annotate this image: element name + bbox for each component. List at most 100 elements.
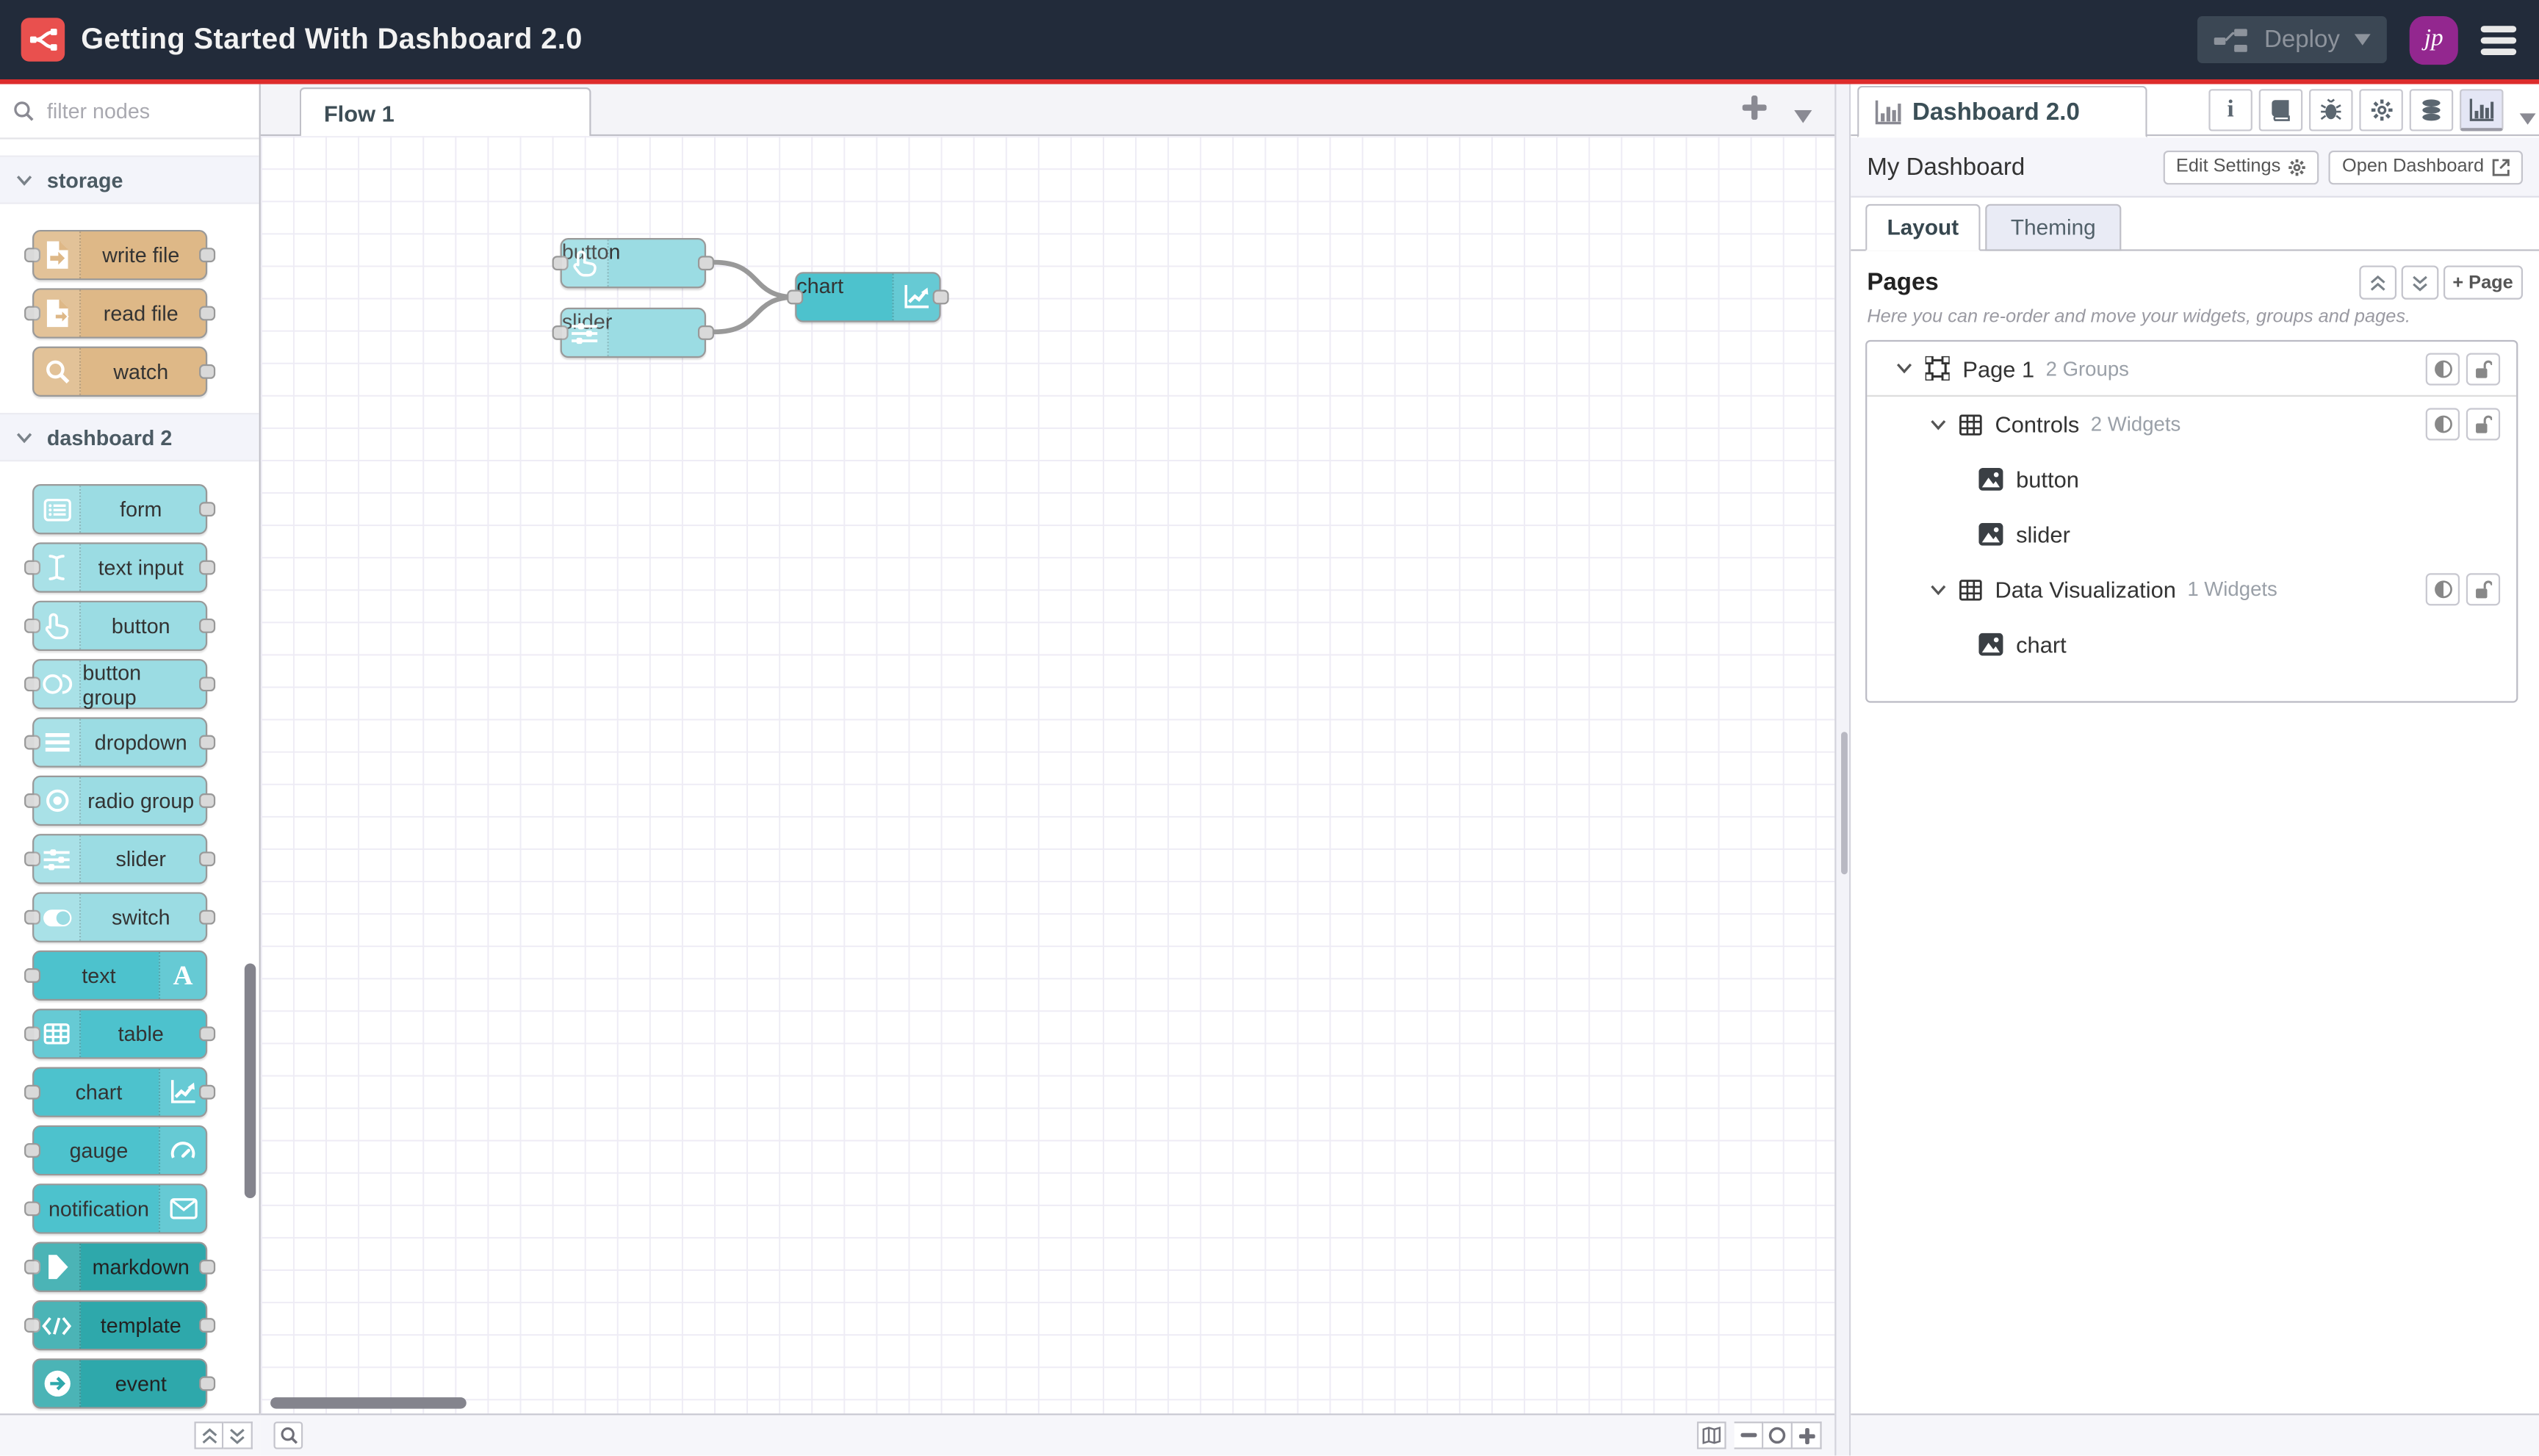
output-port[interactable] bbox=[199, 559, 216, 574]
tab-theming[interactable]: Theming bbox=[1985, 203, 2122, 251]
palette-node-text[interactable]: A text bbox=[24, 950, 208, 1001]
canvas-search-button[interactable] bbox=[273, 1421, 303, 1449]
visibility-toggle-button[interactable] bbox=[2425, 353, 2460, 386]
input-port[interactable] bbox=[24, 1084, 41, 1099]
edit-settings-button[interactable]: Edit Settings bbox=[2163, 149, 2320, 184]
chevron-down-icon[interactable] bbox=[1930, 419, 1946, 430]
chevron-down-icon[interactable] bbox=[1896, 363, 1912, 374]
output-port[interactable] bbox=[199, 1258, 216, 1274]
palette-node-event[interactable]: event bbox=[32, 1358, 216, 1409]
palette-node-slider[interactable]: slider bbox=[24, 834, 216, 884]
main-menu-button[interactable] bbox=[2480, 25, 2517, 54]
sidebar-tab-debug[interactable] bbox=[2309, 89, 2353, 131]
canvas-horizontal-scrollbar[interactable] bbox=[270, 1397, 467, 1409]
splitter-grip[interactable] bbox=[1841, 732, 1848, 875]
output-port[interactable] bbox=[697, 324, 715, 339]
tree-row-widget-slider[interactable]: slider bbox=[1867, 507, 2516, 562]
flow-list-caret-icon[interactable] bbox=[1794, 102, 1812, 131]
palette-node-table[interactable]: table bbox=[24, 1009, 216, 1059]
tab-layout[interactable]: Layout bbox=[1865, 203, 1981, 251]
add-page-button[interactable]: + Page bbox=[2443, 265, 2523, 300]
sidebar-tab-config[interactable] bbox=[2359, 89, 2403, 131]
zoom-out-button[interactable] bbox=[1734, 1421, 1764, 1449]
sidebar-menu-caret-icon[interactable] bbox=[2519, 104, 2536, 133]
input-port[interactable] bbox=[24, 967, 41, 982]
minimap-button[interactable] bbox=[1696, 1421, 1726, 1449]
output-port[interactable] bbox=[199, 1084, 216, 1099]
palette-node-read-file[interactable]: read file bbox=[24, 288, 216, 339]
input-port[interactable] bbox=[24, 1142, 41, 1157]
sidebar-tab-info[interactable]: i bbox=[2208, 89, 2252, 131]
palette-node-text-input[interactable]: text input bbox=[24, 542, 216, 593]
sidebar-tab-context[interactable] bbox=[2409, 89, 2454, 131]
visibility-toggle-button[interactable] bbox=[2425, 408, 2460, 441]
palette-node-radio-group[interactable]: radio group bbox=[24, 775, 216, 826]
flow-tab[interactable]: Flow 1 bbox=[299, 87, 591, 137]
palette-node-button-group[interactable]: button group bbox=[24, 659, 216, 710]
deploy-button[interactable]: Deploy bbox=[2197, 16, 2387, 63]
palette-node-watch[interactable]: watch bbox=[32, 346, 216, 397]
output-port[interactable] bbox=[199, 851, 216, 866]
output-port[interactable] bbox=[199, 617, 216, 633]
deploy-caret-icon[interactable] bbox=[2354, 34, 2371, 46]
output-port[interactable] bbox=[199, 734, 216, 749]
open-dashboard-button[interactable]: Open Dashboard bbox=[2329, 149, 2523, 184]
form-icon bbox=[34, 486, 82, 533]
output-port[interactable] bbox=[199, 247, 216, 262]
collapse-all-categories-button[interactable] bbox=[194, 1421, 224, 1449]
zoom-reset-button[interactable] bbox=[1763, 1421, 1793, 1449]
lock-toggle-button[interactable] bbox=[2466, 408, 2501, 441]
move-up-button[interactable] bbox=[2358, 265, 2396, 300]
flow-node-chart[interactable]: chart bbox=[787, 272, 949, 322]
palette-node-form[interactable]: form bbox=[32, 484, 216, 535]
output-port[interactable] bbox=[199, 909, 216, 924]
flow-canvas[interactable]: button slider chart bbox=[260, 136, 1835, 1414]
tab-dashboard-2[interactable]: Dashboard 2.0 bbox=[1857, 85, 2147, 138]
user-avatar[interactable]: jp bbox=[2409, 15, 2458, 65]
panel-splitter[interactable] bbox=[1834, 84, 1851, 1456]
flow-node-slider[interactable]: slider bbox=[552, 307, 715, 358]
palette-node-chart[interactable]: chart bbox=[24, 1067, 216, 1117]
flow-node-button[interactable]: button bbox=[552, 238, 715, 289]
palette-node-markdown[interactable]: markdown bbox=[24, 1241, 216, 1292]
input-port[interactable] bbox=[787, 289, 804, 304]
output-port[interactable] bbox=[199, 1317, 216, 1332]
palette-node-switch[interactable]: switch bbox=[24, 892, 216, 943]
palette-category-storage[interactable]: storage bbox=[0, 155, 259, 204]
palette-node-gauge[interactable]: gauge bbox=[24, 1125, 208, 1176]
palette-category-dashboard2[interactable]: dashboard 2 bbox=[0, 413, 259, 462]
lock-toggle-button[interactable] bbox=[2466, 573, 2501, 606]
add-flow-button[interactable] bbox=[1742, 95, 1767, 128]
visibility-toggle-button[interactable] bbox=[2425, 573, 2460, 606]
output-port[interactable] bbox=[199, 305, 216, 320]
palette-scrollbar[interactable] bbox=[244, 963, 256, 1199]
zoom-in-button[interactable] bbox=[1792, 1421, 1822, 1449]
tree-row-page-1[interactable]: Page 1 2 Groups bbox=[1867, 342, 2517, 397]
palette-node-template[interactable]: template bbox=[24, 1300, 216, 1351]
move-down-button[interactable] bbox=[2400, 265, 2438, 300]
filter-nodes-input[interactable] bbox=[43, 97, 222, 125]
expand-all-categories-button[interactable] bbox=[223, 1421, 253, 1449]
output-port[interactable] bbox=[932, 289, 949, 304]
output-port[interactable] bbox=[199, 1375, 216, 1391]
input-port[interactable] bbox=[24, 1200, 41, 1216]
tree-row-widget-button[interactable]: button bbox=[1867, 452, 2516, 507]
sidebar-tab-dashboard[interactable] bbox=[2460, 89, 2504, 131]
output-port[interactable] bbox=[199, 1026, 216, 1041]
tree-row-widget-chart[interactable]: chart bbox=[1867, 617, 2516, 672]
palette-node-write-file[interactable]: write file bbox=[24, 229, 216, 281]
tree-row-group-data-visualization[interactable]: Data Visualization 1 Widgets bbox=[1867, 562, 2516, 617]
output-port[interactable] bbox=[199, 792, 216, 807]
palette-node-dropdown[interactable]: dropdown bbox=[24, 717, 216, 768]
output-port[interactable] bbox=[199, 501, 216, 516]
palette-node-button[interactable]: button bbox=[24, 600, 216, 652]
palette-search[interactable] bbox=[0, 84, 259, 140]
chevron-down-icon[interactable] bbox=[1930, 584, 1946, 595]
output-port[interactable] bbox=[199, 676, 216, 691]
output-port[interactable] bbox=[199, 363, 216, 378]
lock-toggle-button[interactable] bbox=[2466, 353, 2501, 386]
tree-row-group-controls[interactable]: Controls 2 Widgets bbox=[1867, 397, 2516, 452]
palette-node-notification[interactable]: notification bbox=[24, 1183, 208, 1234]
output-port[interactable] bbox=[697, 255, 715, 270]
sidebar-tab-help[interactable] bbox=[2258, 89, 2303, 131]
